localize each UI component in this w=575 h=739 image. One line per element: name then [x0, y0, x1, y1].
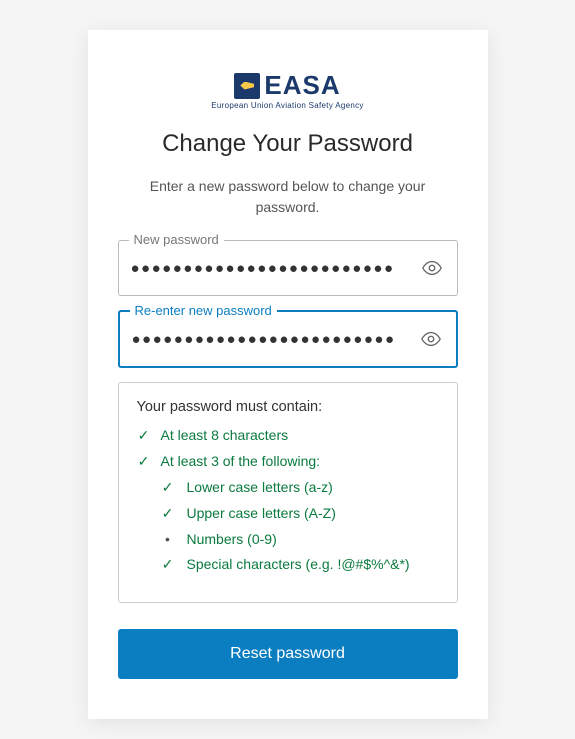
logo-text: EASA: [264, 70, 340, 101]
rules-title: Your password must contain:: [137, 399, 439, 415]
rule-item: ✓ At least 3 of the following:: [137, 453, 439, 470]
reenter-password-field: Re-enter new password: [118, 310, 458, 368]
rule-item: ✓ At least 8 characters: [137, 427, 439, 444]
eye-icon: [420, 328, 442, 350]
check-icon: ✓: [161, 556, 175, 573]
rule-subitem: ✓ Special characters (e.g. !@#$%^&*): [161, 556, 439, 573]
rule-text: Lower case letters (a-z): [187, 479, 333, 495]
check-icon: ✓: [137, 453, 151, 470]
rule-text: At least 8 characters: [161, 427, 289, 443]
rule-text: At least 3 of the following:: [161, 453, 321, 469]
password-rules-panel: Your password must contain: ✓ At least 8…: [118, 382, 458, 603]
rules-sublist: ✓ Lower case letters (a-z) ✓ Upper case …: [137, 479, 439, 573]
logo-container: EASA European Union Aviation Safety Agen…: [118, 70, 458, 110]
easa-logo: EASA European Union Aviation Safety Agen…: [211, 70, 363, 110]
rule-subitem: ✓ Upper case letters (A-Z): [161, 505, 439, 522]
reenter-password-input[interactable]: [132, 331, 418, 348]
rule-text: Upper case letters (A-Z): [187, 505, 336, 521]
toggle-visibility-reenter-button[interactable]: [418, 326, 444, 352]
check-icon: ✓: [161, 479, 175, 496]
check-icon: ✓: [161, 505, 175, 522]
rule-subitem: • Numbers (0-9): [161, 531, 439, 547]
eye-icon: [421, 257, 443, 279]
page-title: Change Your Password: [118, 130, 458, 158]
new-password-input[interactable]: [131, 260, 419, 277]
rules-list: ✓ At least 8 characters ✓ At least 3 of …: [137, 427, 439, 470]
password-change-card: EASA European Union Aviation Safety Agen…: [88, 30, 488, 719]
rule-text: Special characters (e.g. !@#$%^&*): [187, 556, 410, 572]
rule-subitem: ✓ Lower case letters (a-z): [161, 479, 439, 496]
rule-text: Numbers (0-9): [187, 531, 277, 547]
new-password-label: New password: [129, 232, 224, 247]
logo-badge-icon: [234, 73, 260, 99]
new-password-field: New password: [118, 240, 458, 296]
bullet-icon: •: [161, 531, 175, 547]
check-icon: ✓: [137, 427, 151, 444]
logo-subtitle: European Union Aviation Safety Agency: [211, 101, 363, 110]
toggle-visibility-new-button[interactable]: [419, 255, 445, 281]
page-subtitle: Enter a new password below to change you…: [118, 176, 458, 218]
reenter-password-label: Re-enter new password: [130, 303, 277, 318]
reset-password-button[interactable]: Reset password: [118, 629, 458, 679]
